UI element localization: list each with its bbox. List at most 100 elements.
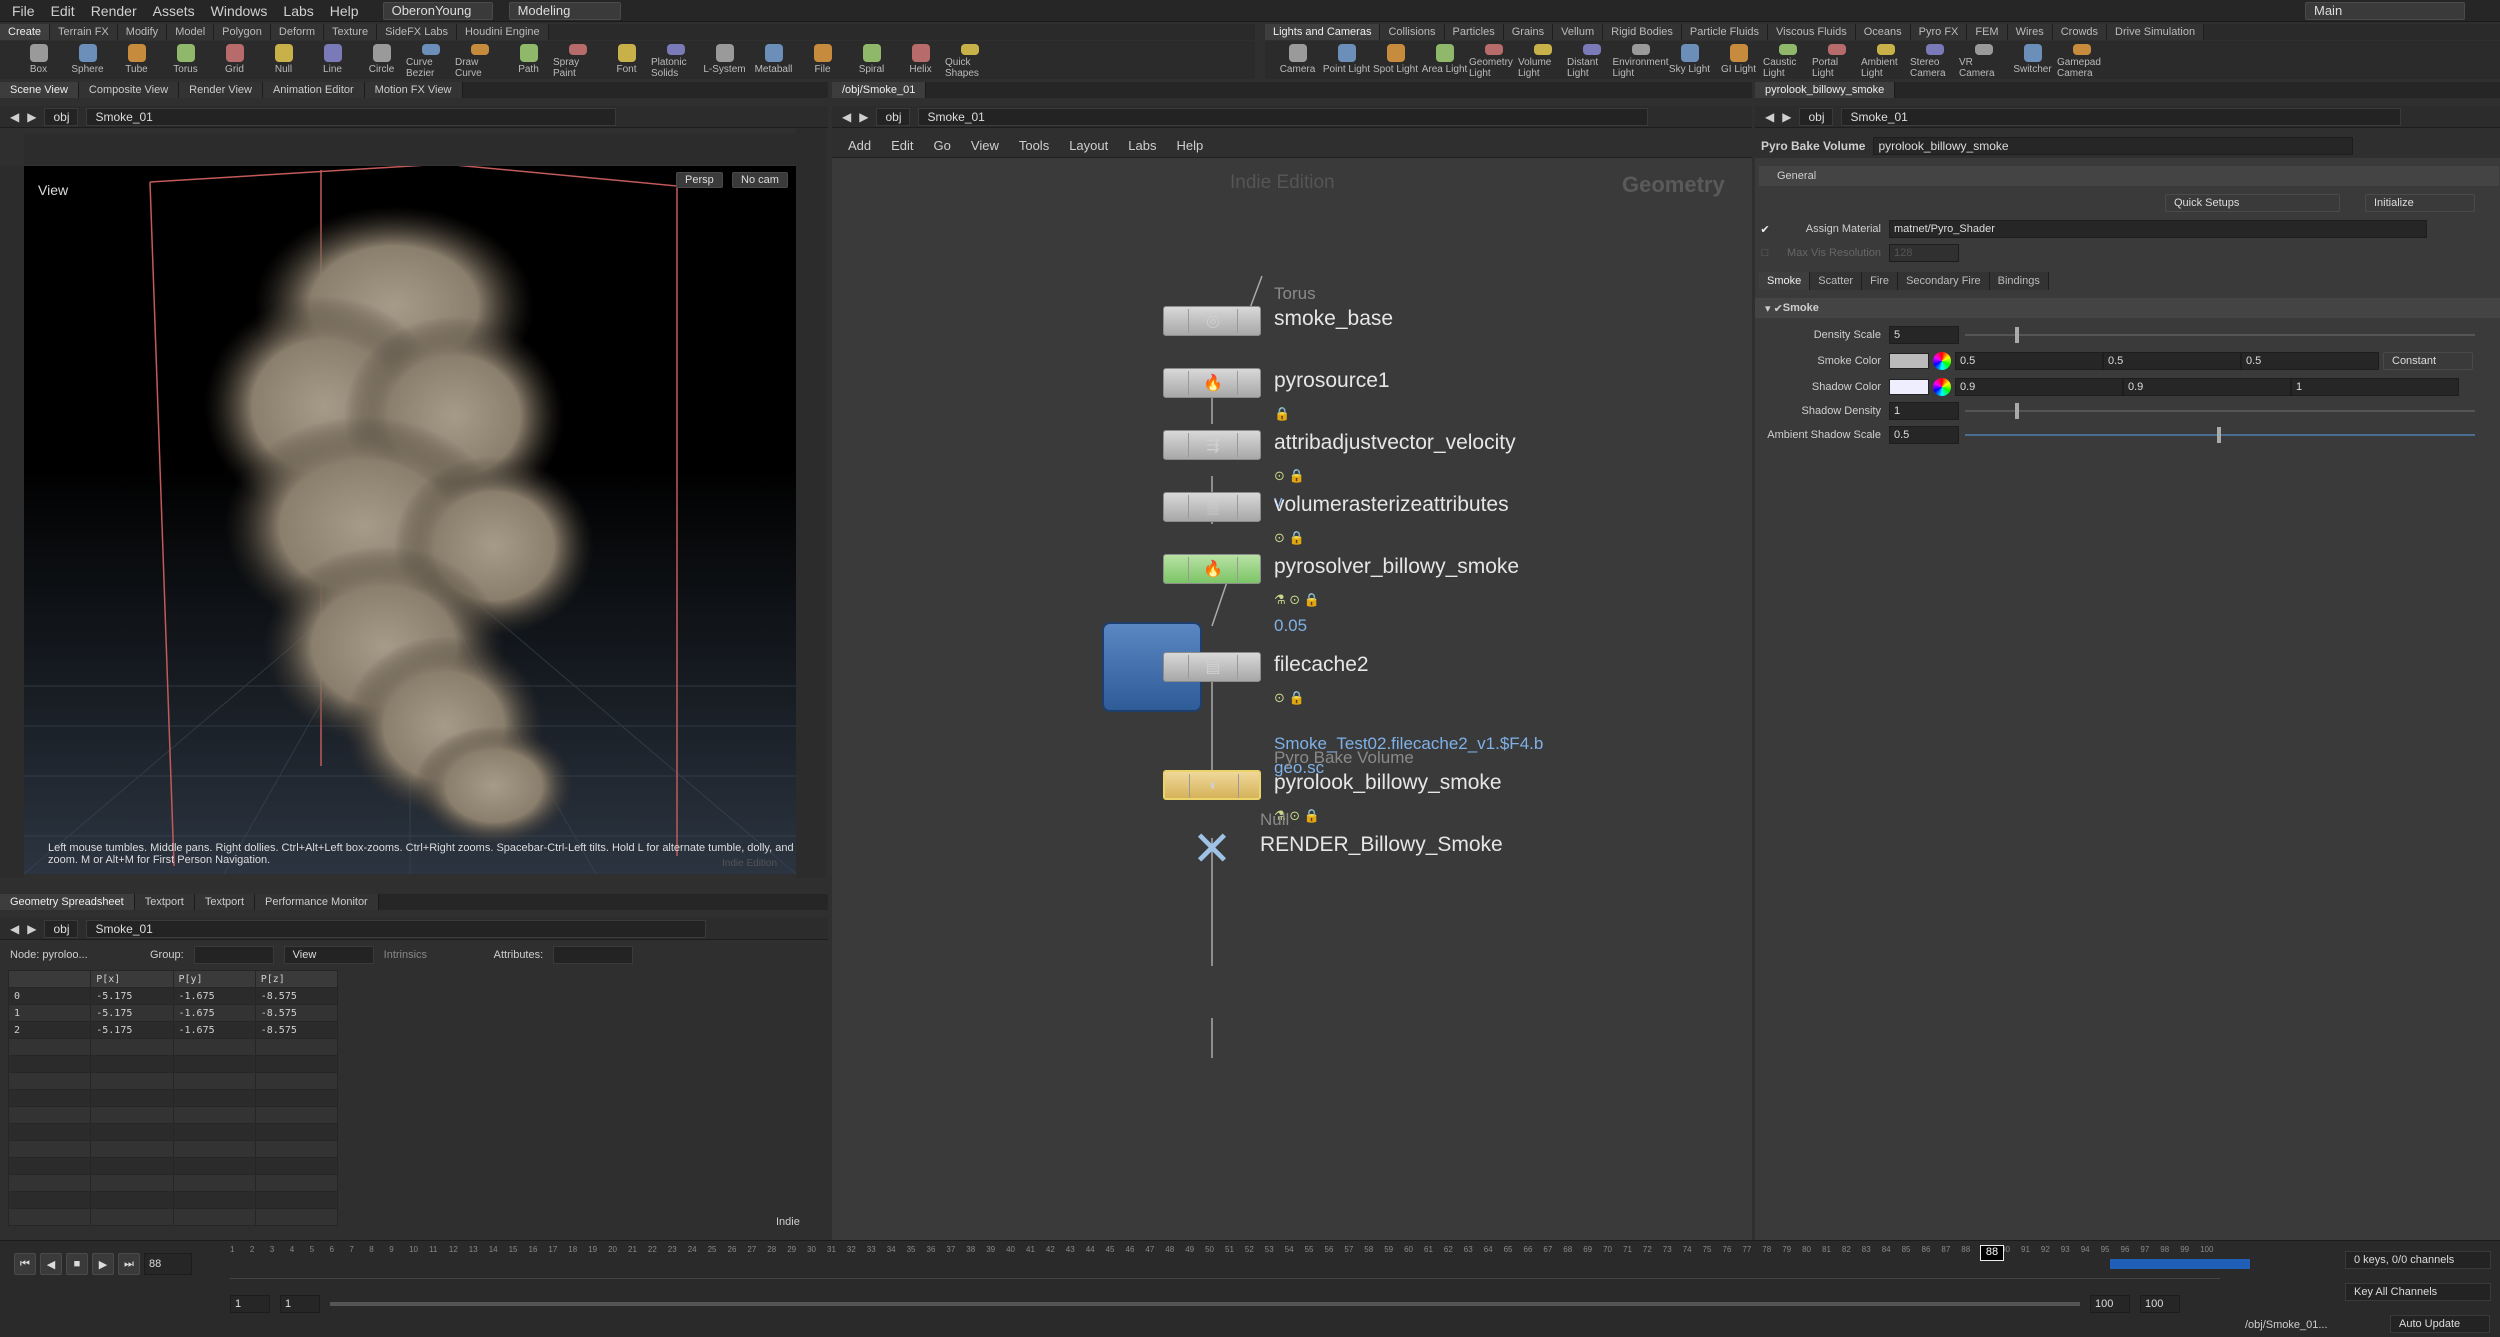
max-vis-checkbox[interactable]: □ [1755,247,1775,259]
shelf-tab-crowds[interactable]: Crowds [2052,24,2108,40]
shelf-tool-path[interactable]: Path [504,41,553,79]
persp-menu[interactable]: Persp [676,172,723,188]
quick-setups-menu[interactable]: Quick Setups [2165,194,2340,212]
shelf-tool-platonic-solids[interactable]: Platonic Solids [651,41,700,79]
ambient-shadow-slider[interactable] [1965,426,2475,444]
key-all-channels[interactable]: Key All Channels [2345,1283,2491,1301]
tab-scene-view[interactable]: Scene View [0,82,79,98]
color-wheel-icon[interactable] [1933,352,1951,370]
back-arrow-icon[interactable]: ◀ [1765,110,1774,124]
shelf-tab-rigid-bodies[interactable]: Rigid Bodies [1603,24,1682,40]
shelf-tool-file[interactable]: File [798,41,847,79]
back-arrow-icon[interactable]: ◀ [10,922,19,936]
node-pyrosolver-billowy-smoke[interactable]: 🔥 [1163,554,1261,584]
shelf-tool-metaball[interactable]: Metaball [749,41,798,79]
shelf-tab-collisions[interactable]: Collisions [1380,24,1445,40]
node-name-volumerasterizeattributes[interactable]: volumerasterizeattributes [1274,493,1509,517]
shelf-tab-oceans[interactable]: Oceans [1855,24,1911,40]
node-filecache2[interactable]: ▤ [1163,652,1261,682]
general-folder[interactable]: General [1759,166,2499,186]
params-path-root[interactable]: obj [1799,107,1834,126]
tab-geometry-spreadsheet[interactable]: Geometry Spreadsheet [0,894,135,910]
node-name-render-billowy-smoke[interactable]: RENDER_Billowy_Smoke [1260,833,1503,857]
shelf-tab-model[interactable]: Model [167,24,215,40]
tab-motion-fx-view[interactable]: Motion FX View [364,82,463,98]
shelf-tool-torus[interactable]: Torus [161,41,210,79]
node-flags-icon[interactable]: ⚗ ⊙ 🔒 [1274,592,1320,608]
viewer-path-node[interactable]: Smoke_01 [86,107,617,126]
smoke-color-mode[interactable]: Constant [2383,352,2473,370]
shelf-tool-helix[interactable]: Helix [896,41,945,79]
shelf-tool-gi-light[interactable]: GI Light [1714,41,1763,79]
shadow-density-field[interactable]: 1 [1889,402,1959,420]
tab-network-path[interactable]: /obj/Smoke_01 [832,82,927,98]
tab-composite-view[interactable]: Composite View [78,82,180,98]
tab-textport-1[interactable]: Textport [134,894,195,910]
max-vis-field[interactable]: 128 [1889,244,1959,262]
shelf-tab-modify[interactable]: Modify [117,24,168,40]
shadow-color-swatch[interactable] [1889,379,1929,395]
shelf-tool-gamepad-camera[interactable]: Gamepad Camera [2057,41,2106,79]
shelf-tab-sidefx-labs[interactable]: SideFX Labs [377,24,458,40]
node-flags-icon[interactable]: ⊙ 🔒 [1274,530,1305,546]
shelf-tab-polygon[interactable]: Polygon [214,24,271,40]
spreadsheet-path-root[interactable]: obj [44,919,79,938]
desktop-selector[interactable]: Modeling [508,1,621,20]
node-attribadjustvector-velocity[interactable]: ⇶ [1163,430,1261,460]
smoke-folder[interactable]: ▾ ✔ Smoke [1755,298,2500,318]
shadow-color-g[interactable]: 0.9 [2123,378,2291,396]
shelf-tool-stereo-camera[interactable]: Stereo Camera [1910,41,1959,79]
intrinsics-menu[interactable]: Intrinsics [384,949,484,961]
density-scale-field[interactable]: 5 [1889,326,1959,344]
shelf-tool-sphere[interactable]: Sphere [63,41,112,79]
menu-render[interactable]: Render [91,3,137,19]
scene-viewport[interactable]: View Persp No cam Left mouse tumbles. Mi… [24,166,796,874]
frame-ruler[interactable]: 1 2 3 4 5 6 7 8 9 10 11 12 13 14 15 16 17 18 19 20 21 22 23 24 2… [230,1245,2220,1279]
smoke-color-r[interactable]: 0.5 [1955,352,2103,370]
current-frame-marker[interactable]: 88 [1980,1245,2004,1261]
group-input[interactable] [193,946,274,964]
shelf-tab-pyro-fx[interactable]: Pyro FX [1910,24,1968,40]
shelf-tab-fem[interactable]: FEM [1967,24,2008,40]
network-menu-help[interactable]: Help [1176,138,1203,153]
current-frame-field[interactable]: 88 [144,1253,192,1275]
play-icon[interactable]: ▶ [92,1253,114,1275]
tab-render-view[interactable]: Render View [179,82,263,98]
tab-textport-2[interactable]: Textport [194,894,256,910]
node-name-pyrosolver-billowy-smoke[interactable]: pyrosolver_billowy_smoke [1274,555,1519,579]
network-menu-edit[interactable]: Edit [891,138,913,153]
shelf-tool-draw-curve[interactable]: Draw Curve [455,41,504,79]
node-flags-icon[interactable]: 🔒 [1274,406,1290,422]
shelf-tool-font[interactable]: Font [602,41,651,79]
shelf-tab-grains[interactable]: Grains [1503,24,1554,40]
assign-material-field[interactable]: matnet/Pyro_Shader [1889,220,2427,238]
shelf-tab-particle-fluids[interactable]: Particle Fluids [1681,24,1768,40]
range-end-field[interactable]: 100 [2090,1295,2130,1313]
shelf-tool-switcher[interactable]: Switcher [2008,41,2057,79]
shelf-tool-caustic-light[interactable]: Caustic Light [1763,41,1812,79]
menu-edit[interactable]: Edit [51,3,75,19]
viewer-path-root[interactable]: obj [44,107,79,126]
node-name-field[interactable]: pyrolook_billowy_smoke [1873,137,2354,155]
smoke-color-b[interactable]: 0.5 [2241,352,2379,370]
stop-icon[interactable]: ■ [66,1253,88,1275]
range-start2-field[interactable]: 1 [280,1295,320,1313]
tab-scatter[interactable]: Scatter [1810,272,1863,290]
menu-file[interactable]: File [12,3,35,19]
shelf-tool-volume-light[interactable]: Volume Light [1518,41,1567,79]
user-selector[interactable]: OberonYoung [382,1,493,20]
shelf-tab-wires[interactable]: Wires [2007,24,2053,40]
node-name-pyrolook-billowy-smoke[interactable]: pyrolook_billowy_smoke [1274,771,1502,795]
network-path-node[interactable]: Smoke_01 [918,107,1649,126]
node-render-billowy-smoke[interactable]: ✕ [1177,824,1247,876]
back-arrow-icon[interactable]: ◀ [10,110,19,124]
shelf-tab-texture[interactable]: Texture [323,24,378,40]
shelf-tool-camera[interactable]: Camera [1273,41,1322,79]
shelf-tab-terrain-fx[interactable]: Terrain FX [50,24,118,40]
network-menu-layout[interactable]: Layout [1069,138,1108,153]
shelf-tool-circle[interactable]: Circle [357,41,406,79]
shelf-tab-create[interactable]: Create [0,24,51,40]
column-header[interactable] [7,970,92,988]
shelf-tool-box[interactable]: Box [14,41,63,79]
node-flags-icon[interactable]: ⊙ 🔒 [1274,690,1305,706]
